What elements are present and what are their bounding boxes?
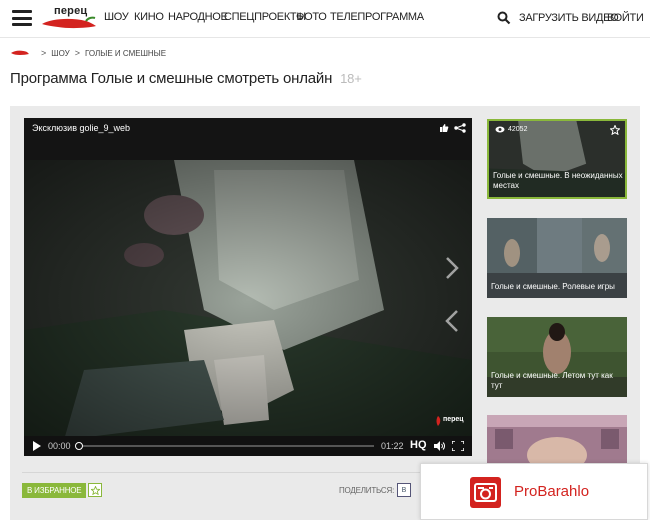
play-icon[interactable] — [32, 441, 42, 451]
related-video-caption: Голые и смешные. Летом тут как тут — [491, 371, 613, 390]
add-to-favorites-button[interactable]: В ИЗБРАННОЕ — [22, 482, 87, 498]
breadcrumb-separator: > — [74, 48, 80, 58]
page-title: Программа Голые и смешные смотреть онлай… — [10, 70, 362, 87]
probarahlo-badge[interactable]: ProBarahlo — [420, 463, 648, 520]
share-icon[interactable] — [454, 123, 466, 133]
breadcrumb-separator: > — [41, 48, 47, 58]
probarahlo-logo-icon — [470, 477, 501, 508]
current-time: 00:00 — [48, 441, 71, 451]
watermark-logo: перец — [434, 414, 464, 428]
pepper-logo-icon — [42, 16, 96, 29]
prev-arrow-icon[interactable] — [444, 308, 460, 334]
player-controls: 00:00 01:22 HQ — [24, 436, 472, 456]
nav-item-foto[interactable]: ФОТО — [296, 11, 327, 23]
menu-icon[interactable] — [12, 10, 32, 26]
volume-icon[interactable] — [434, 441, 445, 451]
view-count: 42052 — [495, 126, 527, 133]
like-icon[interactable] — [439, 123, 449, 133]
nav-item-show[interactable]: ШОУ — [104, 11, 129, 23]
login-link[interactable]: ВОЙТИ — [607, 12, 644, 24]
share-vk-button[interactable]: В — [397, 483, 411, 497]
favorite-star-button[interactable] — [88, 483, 103, 497]
video-player[interactable]: Эксклюзив golie_9_web перец 00:00 01:22 … — [24, 118, 472, 456]
search-icon[interactable] — [497, 11, 511, 25]
watermark-text: перец — [443, 416, 464, 423]
related-video-item[interactable]: 42052 Голые и смешные. В неожиданных мес… — [487, 119, 627, 199]
fullscreen-icon[interactable] — [452, 441, 464, 451]
player-title-bar: Эксклюзив golie_9_web — [24, 118, 472, 160]
divider — [22, 472, 472, 473]
site-header: перец ШОУ КИНО НАРОДНОЕ СПЕЦПРОЕКТЫ ФОТО… — [0, 0, 650, 38]
progress-knob[interactable] — [75, 442, 83, 450]
breadcrumb-item-show[interactable]: ШОУ — [51, 49, 69, 58]
video-thumbnail — [487, 415, 627, 465]
logo[interactable]: перец — [40, 5, 98, 33]
favorite-control: В ИЗБРАННОЕ — [22, 482, 103, 498]
page-title-text: Программа Голые и смешные смотреть онлай… — [10, 70, 333, 87]
quality-button[interactable]: HQ — [410, 439, 427, 451]
nav-item-specproekty[interactable]: СПЕЦПРОЕКТЫ — [224, 11, 306, 23]
eye-icon — [495, 126, 505, 133]
pepper-watermark-icon — [436, 416, 441, 426]
breadcrumb-item-golye[interactable]: ГОЛЫЕ И СМЕШНЫЕ — [85, 49, 166, 58]
nav-item-teleprogramma[interactable]: ТЕЛЕПРОГРАММА — [330, 11, 424, 23]
upload-video-link[interactable]: ЗАГРУЗИТЬ ВИДЕО — [519, 12, 619, 24]
pepper-icon[interactable] — [10, 49, 30, 57]
main-nav: ШОУ КИНО НАРОДНОЕ СПЕЦПРОЕКТЫ ФОТО ТЕЛЕП… — [104, 11, 444, 27]
probarahlo-text: ProBarahlo — [514, 483, 590, 500]
related-video-item[interactable]: Голые и смешные. Летом тут как тут — [487, 317, 627, 397]
progress-bar[interactable] — [75, 442, 374, 450]
view-count-value: 42052 — [508, 126, 528, 133]
related-video-caption: Голые и смешные. Ролевые игры — [491, 282, 615, 291]
related-video-item[interactable] — [487, 415, 627, 465]
star-icon[interactable] — [610, 125, 620, 135]
share-label: ПОДЕЛИТЬСЯ: — [339, 486, 395, 495]
age-rating: 18+ — [340, 71, 362, 86]
nav-item-kino[interactable]: КИНО — [134, 11, 164, 23]
video-title: Эксклюзив golie_9_web — [32, 123, 131, 133]
nav-item-narodnoe[interactable]: НАРОДНОЕ — [168, 11, 228, 23]
star-icon — [90, 485, 100, 495]
total-time: 01:22 — [381, 441, 404, 451]
next-arrow-icon[interactable] — [444, 255, 460, 281]
breadcrumb: > ШОУ > ГОЛЫЕ И СМЕШНЫЕ — [10, 47, 166, 59]
video-frame — [24, 160, 472, 456]
related-video-item[interactable]: Голые и смешные. Ролевые игры — [487, 218, 627, 298]
related-video-caption: Голые и смешные. В неожиданных местах — [493, 171, 623, 190]
video-image — [24, 160, 472, 440]
